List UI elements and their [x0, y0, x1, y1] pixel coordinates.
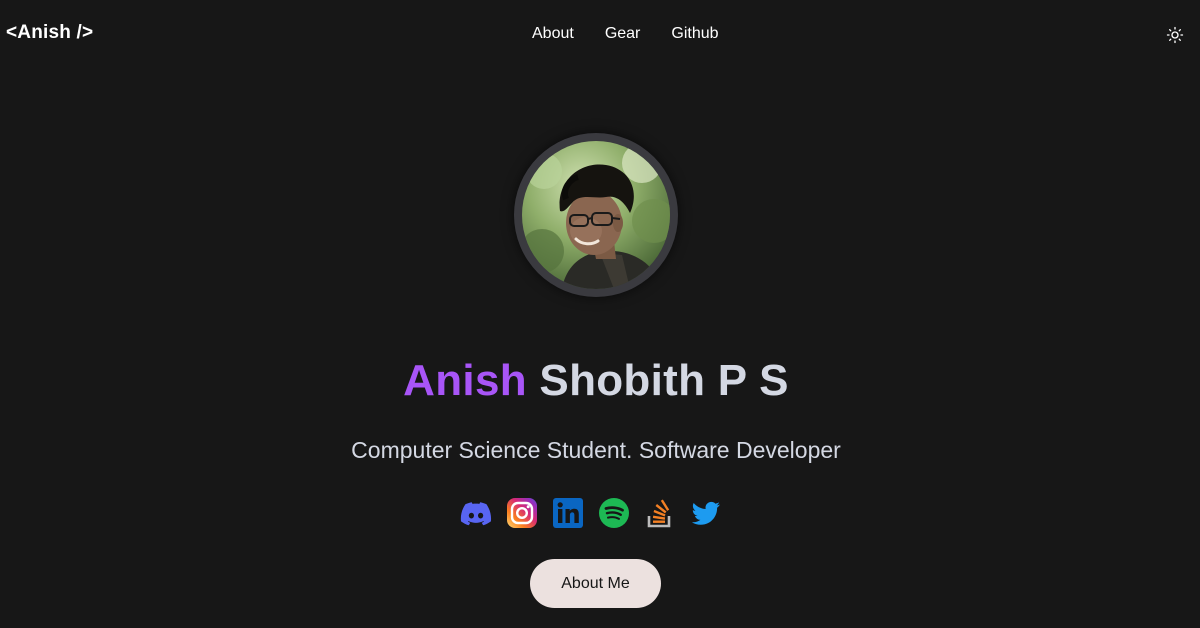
- nav-link-about[interactable]: About: [532, 25, 574, 43]
- nav-links: About Gear Github: [532, 25, 719, 43]
- avatar-ring: [514, 133, 678, 297]
- twitter-icon[interactable]: [690, 497, 722, 529]
- about-me-button[interactable]: About Me: [530, 559, 661, 608]
- social-links: [460, 497, 722, 529]
- hero-name-rest: Shobith P S: [526, 356, 789, 405]
- linkedin-icon[interactable]: [552, 497, 584, 529]
- page: <Anish /> About Gear Github Anish Shobit…: [0, 0, 1200, 628]
- stackoverflow-icon[interactable]: [644, 497, 676, 529]
- profile-photo-icon: [522, 141, 670, 289]
- hero-name: Anish Shobith P S: [0, 356, 1192, 406]
- hero-tagline: Computer Science Student. Software Devel…: [351, 437, 841, 463]
- nav-link-gear[interactable]: Gear: [605, 25, 641, 43]
- spotify-icon[interactable]: [598, 497, 630, 529]
- sun-icon[interactable]: [1166, 26, 1184, 44]
- site-logo[interactable]: <Anish />: [6, 22, 93, 44]
- nav-link-github[interactable]: Github: [671, 25, 718, 43]
- avatar: [522, 141, 670, 289]
- top-nav: <Anish /> About Gear Github: [0, 0, 1200, 70]
- discord-icon[interactable]: [460, 497, 492, 529]
- hero-name-first: Anish: [403, 356, 527, 405]
- instagram-icon[interactable]: [506, 497, 538, 529]
